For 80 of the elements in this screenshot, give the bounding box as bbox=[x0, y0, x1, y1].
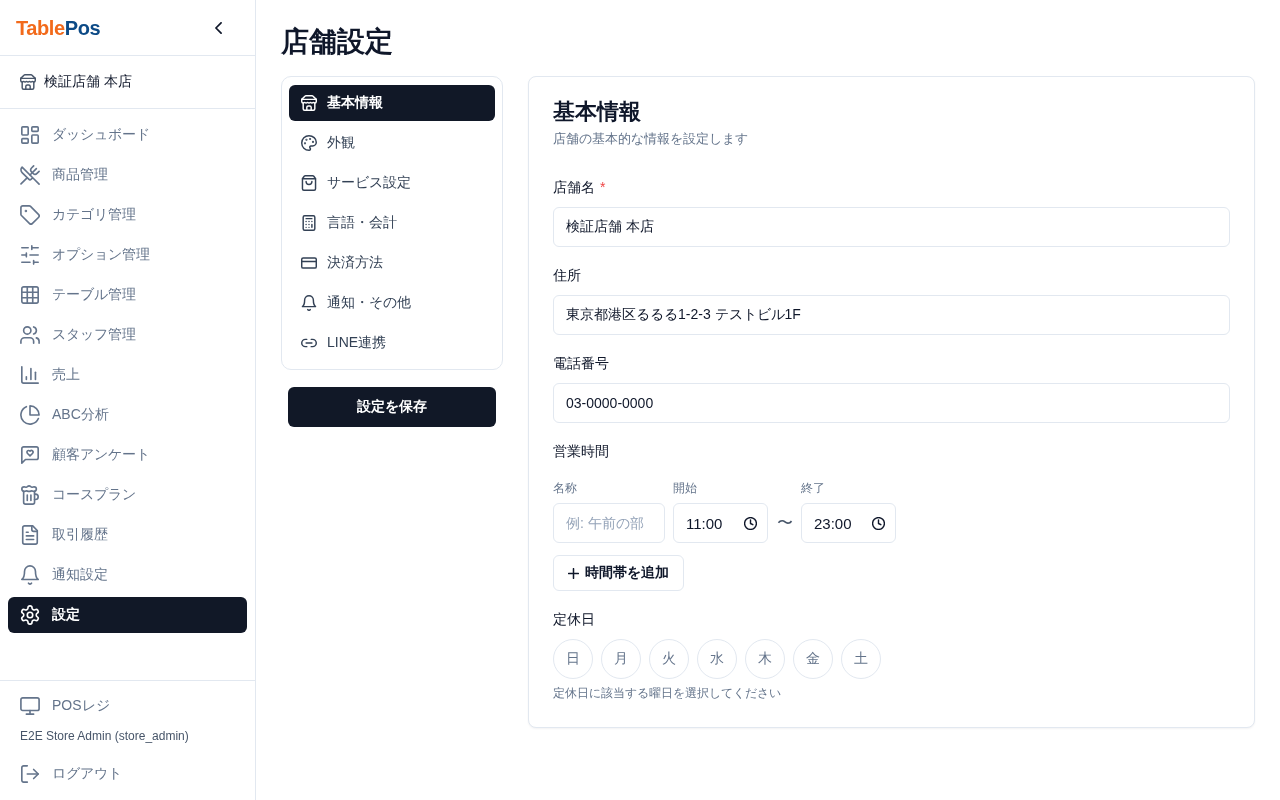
monitor-icon bbox=[20, 696, 40, 716]
bell-icon bbox=[301, 295, 317, 311]
nav-item[interactable]: 売上 bbox=[8, 357, 247, 393]
day-toggle[interactable]: 水 bbox=[697, 639, 737, 679]
text-input[interactable]: 東京都港区るるる1-2-3 テストビル1F bbox=[553, 295, 1230, 335]
nav-item[interactable]: ダッシュボード bbox=[8, 117, 247, 153]
time-input[interactable]: 11:00 bbox=[673, 503, 768, 543]
nav-item[interactable]: コースプラン bbox=[8, 477, 247, 513]
store-icon bbox=[301, 95, 317, 111]
plus-icon bbox=[568, 567, 579, 579]
document-icon bbox=[20, 525, 40, 545]
page-title: 店舗設定 bbox=[281, 25, 394, 59]
settings-tab[interactable]: LINE連携 bbox=[289, 325, 495, 361]
calculator-icon bbox=[301, 215, 317, 231]
section-description: 店舗の基本的な情報を設定します bbox=[553, 130, 749, 148]
tag-icon bbox=[20, 205, 40, 225]
logout-icon bbox=[20, 764, 40, 784]
nav-item[interactable]: 設定 bbox=[8, 597, 247, 633]
day-toggle[interactable]: 木 bbox=[745, 639, 785, 679]
chevron-left-icon[interactable] bbox=[215, 21, 222, 34]
field-label: 営業時間 bbox=[553, 442, 610, 461]
settings-tab[interactable]: 通知・その他 bbox=[289, 285, 495, 321]
field-label: 定休日 bbox=[553, 610, 596, 629]
grid-icon bbox=[20, 285, 40, 305]
app-logo: TablePos bbox=[16, 15, 101, 40]
nav-item[interactable]: 顧客アンケート bbox=[8, 437, 247, 473]
people-icon bbox=[20, 325, 40, 345]
sliders-icon bbox=[20, 245, 40, 265]
nav-item[interactable]: ABC分析 bbox=[8, 397, 247, 433]
save-button[interactable]: 設定を保存 bbox=[288, 387, 496, 427]
settings-tab[interactable]: サービス設定 bbox=[289, 165, 495, 201]
fork-knife-icon bbox=[20, 165, 40, 185]
store-name: 検証店舗 本店 bbox=[44, 73, 132, 91]
text-input[interactable]: 検証店舗 本店 bbox=[553, 207, 1230, 247]
day-toggle[interactable]: 土 bbox=[841, 639, 881, 679]
helper-text: 定休日に該当する曜日を選択してください bbox=[553, 685, 782, 701]
pie-chart-icon bbox=[20, 405, 40, 425]
field-label: 店舗名 bbox=[553, 178, 595, 197]
add-time-slot-button[interactable]: 時間帯を追加 bbox=[553, 555, 684, 591]
column-label: 名称 bbox=[553, 480, 578, 496]
settings-tab[interactable]: 基本情報 bbox=[289, 85, 495, 121]
required-mark: * bbox=[600, 178, 606, 197]
settings-tab[interactable]: 決済方法 bbox=[289, 245, 495, 281]
clock-icon bbox=[744, 516, 757, 530]
day-toggle[interactable]: 日 bbox=[553, 639, 593, 679]
pos-register-link[interactable]: POSレジ bbox=[8, 688, 247, 724]
section-title: 基本情報 bbox=[553, 98, 642, 126]
nav-item[interactable]: 商品管理 bbox=[8, 157, 247, 193]
nav-item[interactable]: スタッフ管理 bbox=[8, 317, 247, 353]
range-separator: 〜 bbox=[776, 512, 793, 533]
user-name: E2E Store Admin (store_admin) bbox=[19, 728, 190, 744]
store-icon bbox=[20, 74, 36, 90]
column-label: 開始 bbox=[673, 480, 698, 496]
bag-icon bbox=[301, 175, 317, 191]
day-toggle[interactable]: 月 bbox=[601, 639, 641, 679]
bell-icon bbox=[20, 565, 40, 585]
dashboard-icon bbox=[20, 125, 40, 145]
time-input[interactable]: 23:00 bbox=[801, 503, 896, 543]
palette-icon bbox=[301, 135, 317, 151]
heart-message-icon bbox=[20, 445, 40, 465]
bar-chart-icon bbox=[20, 365, 40, 385]
logout-link[interactable]: ログアウト bbox=[8, 756, 247, 792]
nav-item[interactable]: カテゴリ管理 bbox=[8, 197, 247, 233]
column-label: 終了 bbox=[801, 480, 826, 496]
clock-icon bbox=[872, 516, 885, 530]
field-label: 住所 bbox=[553, 266, 581, 285]
field-label: 電話番号 bbox=[553, 354, 609, 373]
nav-item[interactable]: 取引履歴 bbox=[8, 517, 247, 553]
settings-icon bbox=[20, 605, 40, 625]
nav-item[interactable]: オプション管理 bbox=[8, 237, 247, 273]
settings-tab[interactable]: 言語・会計 bbox=[289, 205, 495, 241]
settings-tab[interactable]: 外観 bbox=[289, 125, 495, 161]
nav-item[interactable]: 通知設定 bbox=[8, 557, 247, 593]
name-input[interactable]: 例: 午前の部 bbox=[553, 503, 665, 543]
day-toggle[interactable]: 火 bbox=[649, 639, 689, 679]
card-icon bbox=[301, 255, 317, 271]
day-toggle[interactable]: 金 bbox=[793, 639, 833, 679]
mug-icon bbox=[20, 485, 40, 505]
text-input[interactable]: 03-0000-0000 bbox=[553, 383, 1230, 423]
nav-item[interactable]: テーブル管理 bbox=[8, 277, 247, 313]
